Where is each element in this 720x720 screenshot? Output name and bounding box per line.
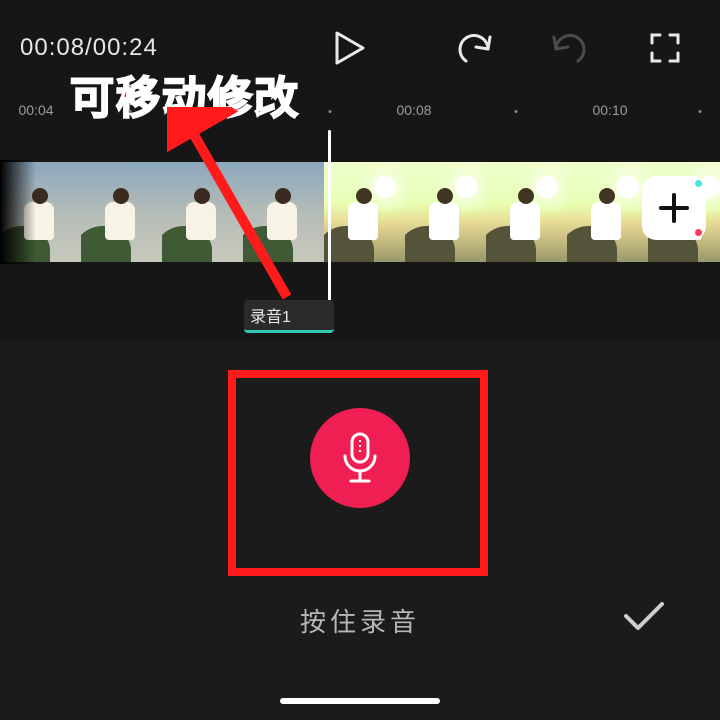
- record-button[interactable]: [310, 408, 410, 508]
- ruler-dot: [515, 110, 518, 113]
- record-panel: 按住录音: [0, 340, 720, 720]
- thumbnail: [0, 162, 81, 262]
- record-hint-label: 按住录音: [0, 602, 720, 639]
- mic-icon: [337, 432, 383, 484]
- timeline-ruler[interactable]: 00:04 00:08 00:10: [0, 95, 720, 125]
- home-indicator[interactable]: [280, 698, 440, 704]
- ruler-mark: 00:08: [396, 102, 431, 118]
- audio-clip-label: 录音1: [250, 303, 291, 327]
- undo-icon[interactable]: [454, 31, 492, 65]
- play-button[interactable]: [335, 20, 365, 76]
- timecode: 00:08/00:24: [20, 34, 158, 62]
- add-clip-button[interactable]: [642, 176, 706, 240]
- ruler-mark: 00:10: [592, 102, 627, 118]
- video-editor-record-screen: 00:08/00:24 可移动修改 00:04 00:08: [0, 0, 720, 720]
- thumbnail: [324, 162, 405, 262]
- timeline-thumbnails[interactable]: [0, 160, 720, 264]
- ruler-dot: [699, 110, 702, 113]
- thumbnail: [567, 162, 648, 262]
- thumbnail: [81, 162, 162, 262]
- fullscreen-icon[interactable]: [650, 33, 680, 63]
- thumbnail: [486, 162, 567, 262]
- add-icon: [657, 191, 691, 225]
- redo-icon: [552, 31, 590, 65]
- check-icon: [622, 600, 666, 632]
- thumbnail: [243, 162, 324, 262]
- playhead[interactable]: [328, 130, 331, 308]
- ruler-dot: [329, 110, 332, 113]
- ruler-dot: [129, 110, 132, 113]
- ruler-mark: 00:04: [18, 102, 53, 118]
- ruler-dot: [234, 110, 237, 113]
- play-icon: [335, 31, 365, 65]
- thumbnail: [405, 162, 486, 262]
- audio-clip[interactable]: 录音1: [244, 300, 334, 333]
- confirm-button[interactable]: [622, 600, 666, 637]
- thumbnail: [162, 162, 243, 262]
